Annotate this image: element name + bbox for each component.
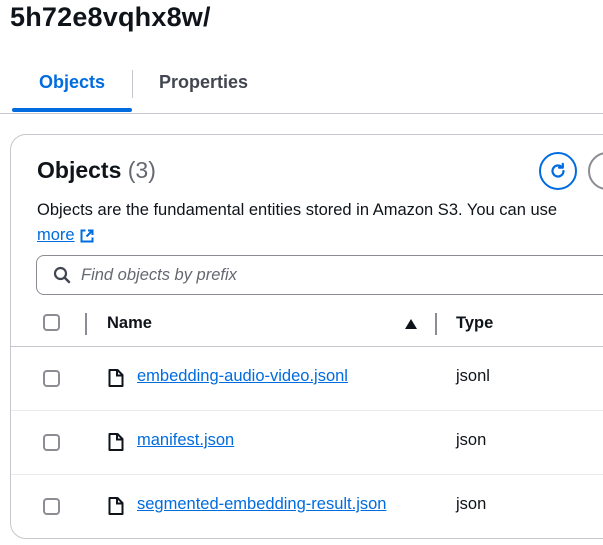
learn-more-link[interactable]: more [37,223,95,248]
file-icon [108,497,124,515]
objects-count: (3) [127,157,156,183]
row-checkbox[interactable] [43,434,60,451]
refresh-button[interactable] [539,152,577,190]
column-separator [85,313,87,335]
objects-description: Objects are the fundamental entities sto… [37,201,558,219]
refresh-icon [551,162,565,178]
copy-s3-uri-button[interactable] [588,152,603,190]
column-resize-handle[interactable] [435,313,437,335]
objects-container: Objects (3) Objects are the fundamental … [10,134,603,539]
tab-bar: Objects Properties [0,60,603,114]
table-row: segmented-embedding-result.json json [11,475,603,538]
object-name-link[interactable]: manifest.json [137,431,234,450]
file-icon [108,433,124,451]
sort-ascending-icon[interactable] [405,319,417,329]
objects-heading: Objects (3) [37,157,156,184]
s3-folder-page: 5h72e8vqhx8w/ Objects Properties Objects… [0,0,603,545]
tab-properties[interactable]: Properties [159,72,248,93]
external-link-icon [80,229,94,242]
column-header-type[interactable]: Type [456,314,493,333]
column-header-name[interactable]: Name [107,314,152,333]
row-checkbox[interactable] [43,370,60,387]
file-icon [108,369,124,387]
table-row: embedding-audio-video.jsonl jsonl [11,347,603,411]
objects-table: Name Type embedding-audio-video.jsonl js… [11,301,603,538]
folder-title: 5h72e8vqhx8w/ [10,2,211,32]
objects-heading-label: Objects [37,157,122,183]
object-name-link[interactable]: segmented-embedding-result.json [137,495,386,514]
search-icon [53,266,71,284]
search-input[interactable] [81,260,581,290]
tab-active-indicator [12,108,132,112]
table-header-row: Name Type [11,301,603,347]
object-type: json [456,431,487,449]
table-row: manifest.json json [11,411,603,475]
tab-divider [132,70,133,98]
row-checkbox[interactable] [43,498,60,515]
object-name-link[interactable]: embedding-audio-video.jsonl [137,367,348,386]
object-type: json [456,495,487,513]
select-all-checkbox[interactable] [43,314,60,331]
search-box [36,255,603,295]
object-type: jsonl [456,367,490,385]
learn-more-label: more [37,226,75,244]
tab-objects[interactable]: Objects [12,72,132,93]
